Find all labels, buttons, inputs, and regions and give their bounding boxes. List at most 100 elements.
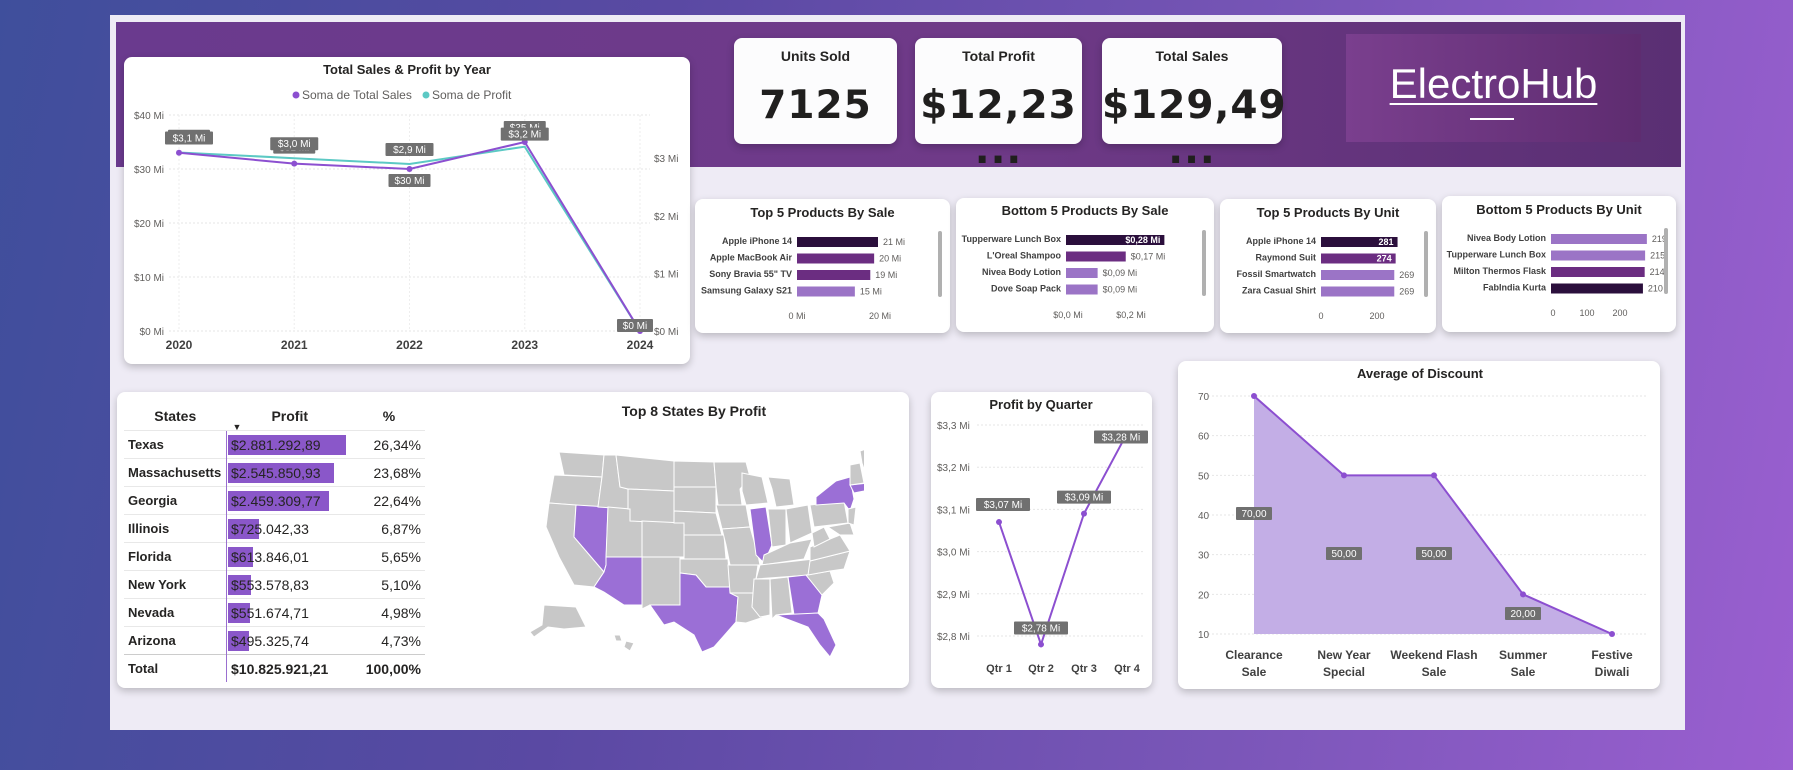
x-tick: Clearance [1225, 648, 1283, 662]
bar-category-label: Dove Soap Pack [991, 284, 1062, 294]
bar-chart-title: Bottom 5 Products By Sale [1002, 203, 1169, 218]
bar[interactable] [797, 286, 855, 297]
col-profit-label: Profit [271, 408, 309, 424]
map-state-montana [615, 454, 675, 492]
total-label: Total [124, 654, 227, 682]
bar[interactable] [1551, 250, 1646, 261]
bottom5-unit-card[interactable]: Bottom 5 Products By Unit Nivea Body Loti… [1442, 196, 1676, 332]
quarter-label: $3,28 Mi [1102, 432, 1140, 443]
bar-value-label: 15 Mi [860, 287, 882, 297]
bottom5-sale-card[interactable]: Bottom 5 Products By Sale Tupperware Lunc… [956, 198, 1214, 332]
scrollbar[interactable] [1664, 228, 1668, 294]
bar[interactable] [1551, 283, 1643, 294]
y-left-tick: $0 Mi [140, 327, 164, 338]
legend-sales[interactable]: Soma de Total Sales [302, 88, 412, 102]
table-row[interactable]: Illinois $725.042,33 6,87% [124, 514, 425, 543]
top5-unit-card[interactable]: Top 5 Products By Unit Apple iPhone 14 281… [1220, 199, 1436, 333]
bar[interactable] [1066, 284, 1098, 295]
total-row: Total $10.825.921,21 100,00% [124, 654, 425, 682]
bar-category-label: Fossil Smartwatch [1236, 269, 1316, 279]
bar-x-tick: $0,2 Mi [1116, 310, 1146, 320]
scrollbar[interactable] [1424, 231, 1428, 297]
bar[interactable] [1321, 286, 1395, 297]
table-row[interactable]: Georgia $2.459.309,77 22,64% [124, 486, 425, 515]
y-tick: 20 [1198, 590, 1210, 601]
y-tick: 40 [1198, 511, 1210, 522]
states-table[interactable]: States Profit ▼ % Texas $2.881.292,89 26,34… [124, 402, 425, 682]
y-right-tick: $3 Mi [654, 154, 678, 165]
bar-category-label: Raymond Suit [1255, 253, 1316, 263]
table-row[interactable]: New York $553.578,83 5,10% [124, 570, 425, 599]
col-states[interactable]: States [124, 402, 227, 431]
profit-value: $2.881.292,89 [231, 436, 321, 453]
bar-category-label: Apple iPhone 14 [1246, 236, 1316, 246]
discount-point[interactable] [1520, 591, 1526, 598]
table-row[interactable]: Nevada $551.674,71 4,98% [124, 598, 425, 627]
bar[interactable] [797, 237, 878, 247]
map-state-michigan [767, 476, 795, 508]
kpi-total-profit[interactable]: Total Profit $12,23 ... [915, 38, 1082, 173]
bar-chart-title: Bottom 5 Products By Unit [1476, 202, 1642, 217]
avg-discount-card[interactable]: Average of Discount 70 60 50 40 30 20 10 70,00 50… [1178, 361, 1660, 689]
logo-underline [1470, 118, 1514, 120]
profit-quarter-card[interactable]: Profit by Quarter $3,3 Mi $3,2 Mi $3,1 Mi $3… [931, 392, 1152, 688]
x-tick: Sale [1511, 665, 1536, 679]
bar[interactable] [1066, 268, 1098, 278]
discount-point[interactable] [1341, 472, 1347, 479]
state-cell: Nevada [124, 598, 227, 627]
bar[interactable] [797, 270, 871, 280]
col-percent[interactable]: % [353, 402, 425, 431]
quarter-point[interactable] [1081, 510, 1087, 517]
bar[interactable] [1321, 270, 1395, 280]
bar[interactable] [1551, 267, 1645, 277]
bar-category-label: FabIndia Kurta [1483, 283, 1547, 293]
discount-point[interactable] [1609, 631, 1615, 637]
kpi-label: Total Profit [962, 48, 1035, 64]
kpi-value: 7125 [759, 83, 872, 128]
sales-profit-chart-card[interactable]: Total Sales & Profit by Year Soma de Tota… [124, 57, 690, 364]
kpi-total-sales[interactable]: Total Sales $129,49 ... [1102, 38, 1286, 173]
bar-value-label: 274 [1377, 254, 1392, 264]
state-cell: Arizona [124, 626, 227, 655]
y-right-tick: $1 Mi [654, 269, 678, 280]
map-state-north-dakota [673, 460, 717, 488]
y-tick: $3,3 Mi [937, 421, 970, 432]
profit-cell: $613.846,01 [226, 542, 353, 571]
table-row[interactable]: Arizona $495.325,74 4,73% [124, 626, 425, 655]
us-map[interactable] [524, 447, 864, 657]
table-row[interactable]: Texas $2.881.292,89 26,34% [124, 430, 425, 459]
discount-point[interactable] [1251, 393, 1257, 399]
scrollbar[interactable] [1202, 230, 1206, 296]
sales-point[interactable] [291, 160, 298, 167]
table-row[interactable]: Massachusetts $2.545.850,93 23,68% [124, 458, 425, 487]
chart-title: Total Sales & Profit by Year [323, 62, 491, 77]
bar-value-label: 281 [1379, 237, 1394, 247]
bar-category-label: Sony Bravia 55" TV [709, 269, 792, 279]
kpi-units-sold[interactable]: Units Sold 7125 [734, 38, 897, 144]
bar[interactable] [797, 253, 875, 264]
bar[interactable] [1551, 234, 1647, 244]
sales-point[interactable] [176, 149, 182, 156]
scrollbar[interactable] [938, 231, 942, 297]
bar-category-label: Zara Casual Shirt [1242, 286, 1316, 296]
x-tick: Weekend Flash [1390, 648, 1477, 662]
x-tick: Qtr 1 [986, 663, 1012, 675]
sales-point[interactable] [406, 166, 413, 172]
bar-x-tick: 0 [1318, 311, 1323, 321]
discount-point[interactable] [1431, 472, 1437, 479]
bar[interactable] [1066, 251, 1126, 262]
kpi-label: Total Sales [1155, 48, 1229, 64]
x-tick: 2023 [511, 338, 538, 352]
legend-profit[interactable]: Soma de Profit [432, 88, 512, 102]
bar-category-label: Apple iPhone 14 [722, 236, 792, 246]
logo-text: ElectroHub [1389, 60, 1598, 107]
col-profit[interactable]: Profit ▼ [227, 402, 354, 432]
table-row[interactable]: Florida $613.846,01 5,65% [124, 542, 425, 571]
profit-label: $3,2 Mi [508, 130, 541, 141]
quarter-point[interactable] [996, 519, 1002, 526]
quarter-line[interactable] [998, 432, 1128, 648]
profit-cell: $553.578,83 [226, 570, 353, 599]
quarter-point[interactable] [1038, 641, 1044, 648]
x-tick: Qtr 4 [1114, 663, 1141, 675]
top5-sale-card[interactable]: Top 5 Products By Sale Apple iPhone 14 21 … [695, 199, 950, 333]
